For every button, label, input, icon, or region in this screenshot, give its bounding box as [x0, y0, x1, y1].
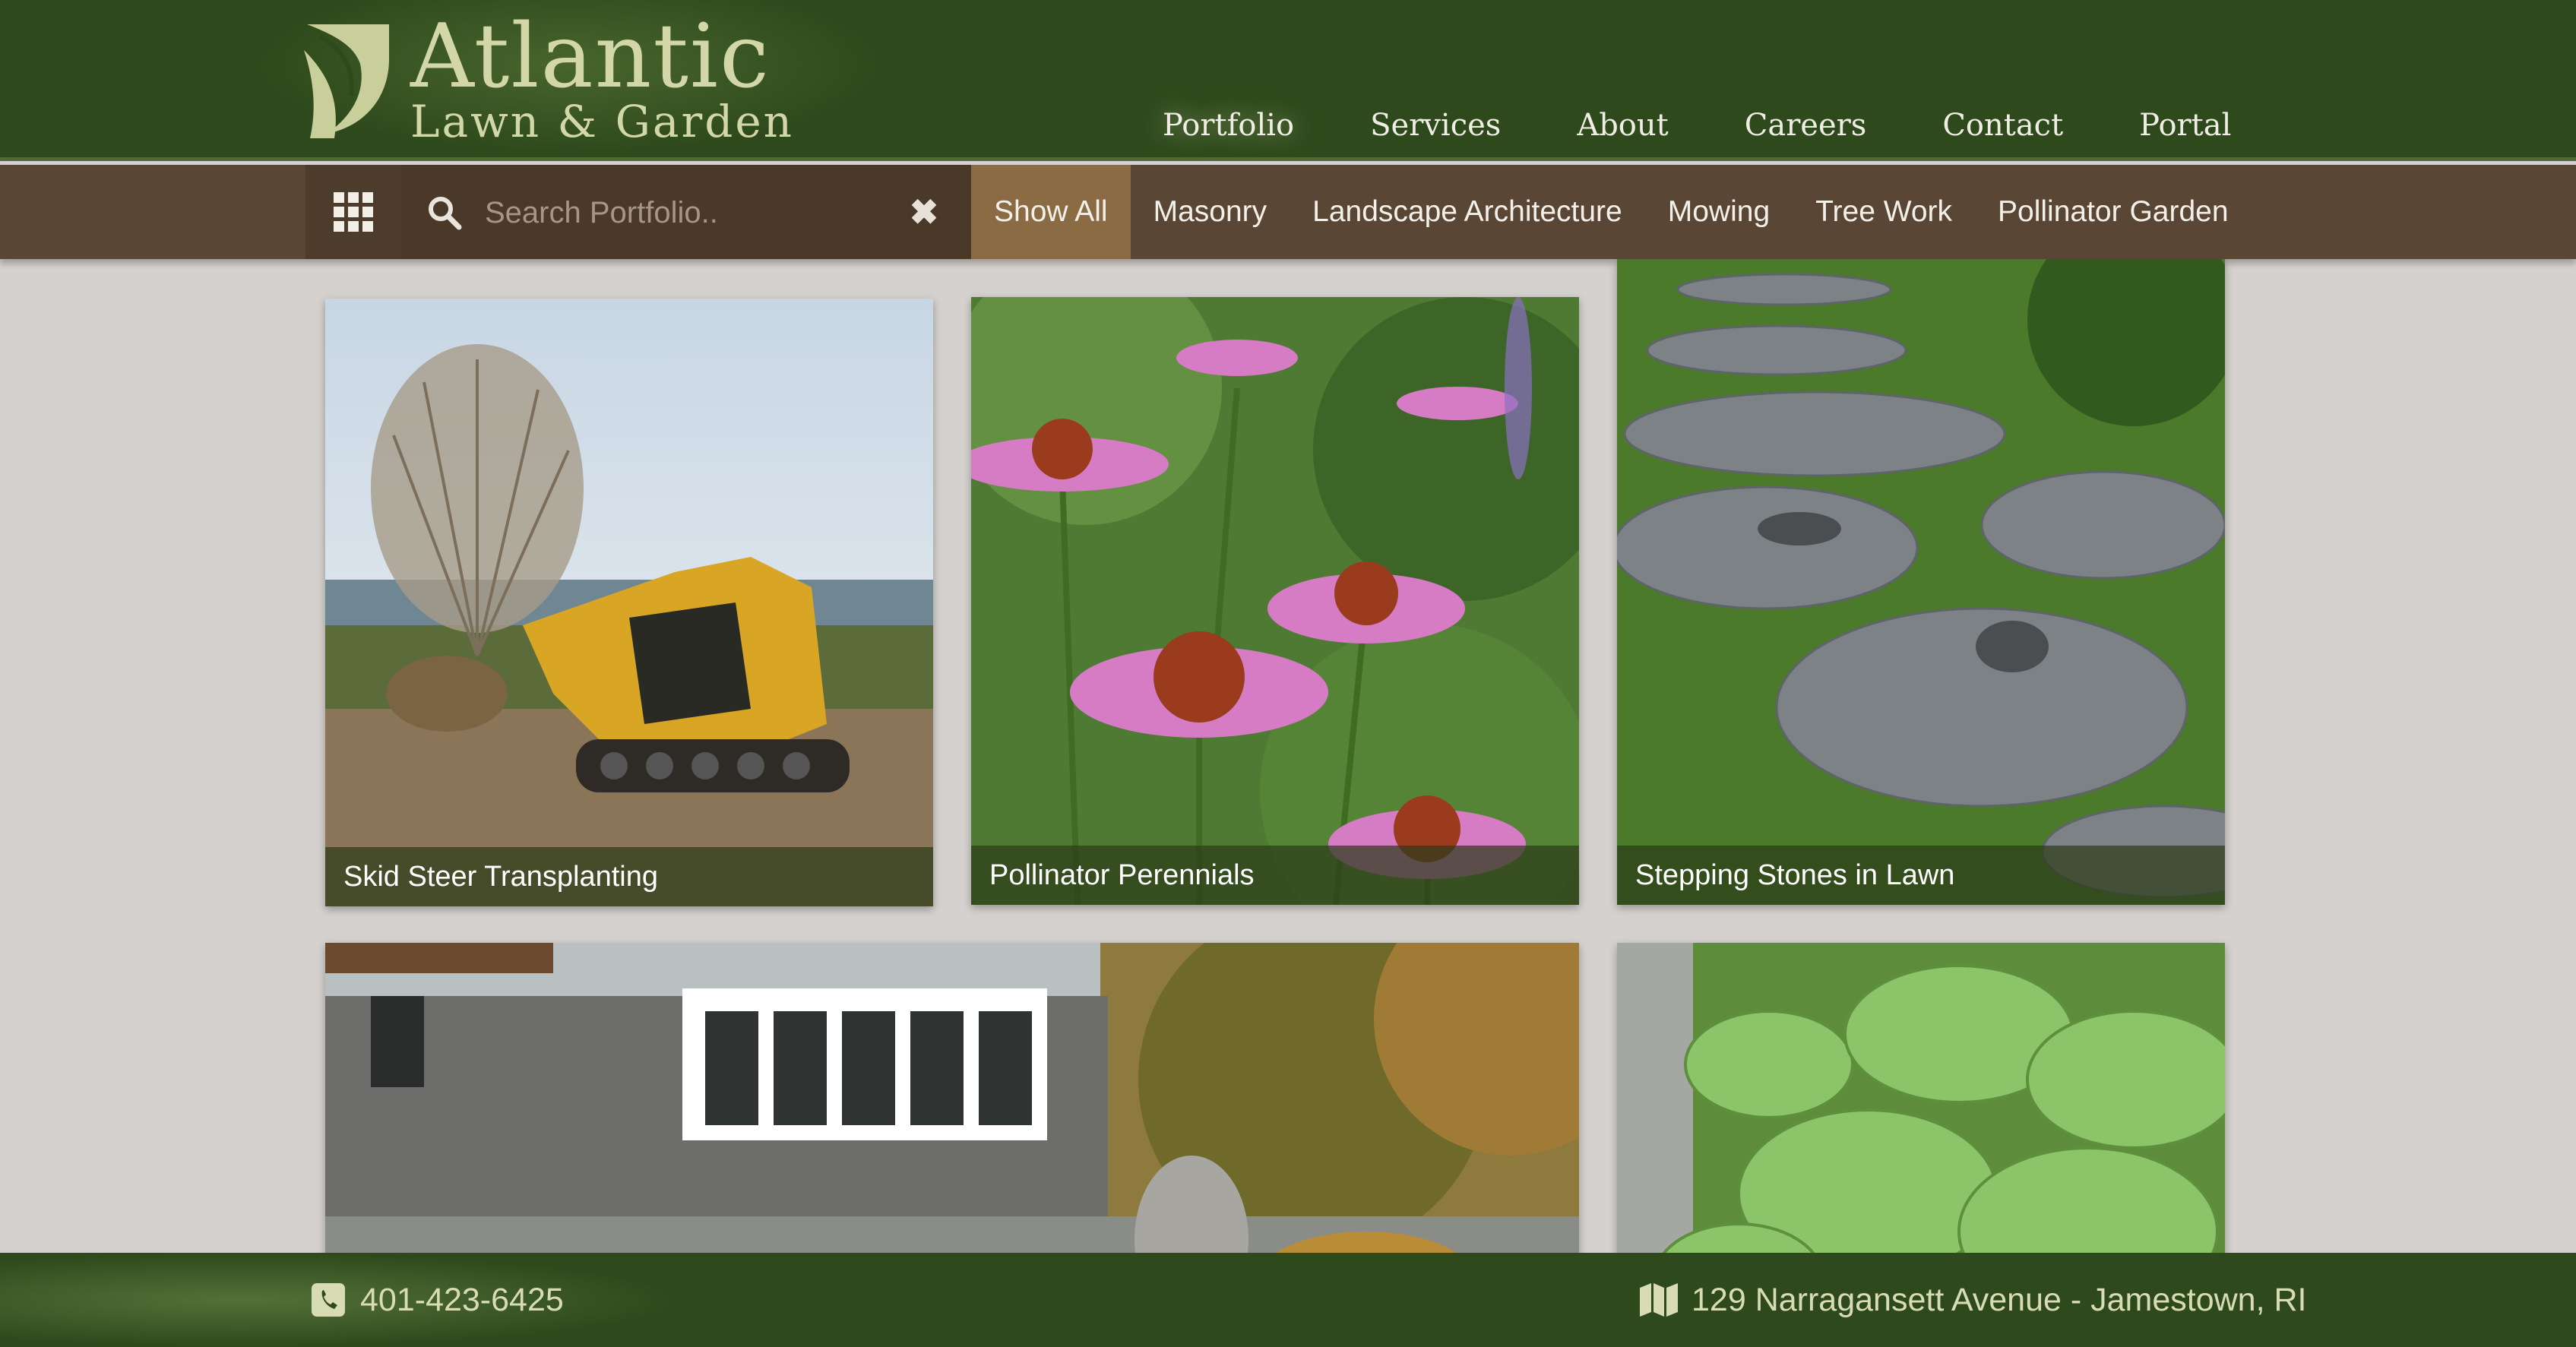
brand-title: Atlantic — [410, 5, 771, 108]
main-nav: Portfolio Services About Careers Contact… — [1125, 99, 2269, 152]
card-caption: Skid Steer Transplanting — [325, 847, 933, 906]
nav-item-services[interactable]: Services — [1332, 108, 1539, 143]
brand-subtitle: Lawn & Garden — [410, 96, 795, 147]
nav-item-careers[interactable]: Careers — [1707, 108, 1905, 143]
filter-landscape-architecture[interactable]: Landscape Architecture — [1290, 165, 1645, 259]
filter-pollinator-garden[interactable]: Pollinator Garden — [1975, 165, 2252, 259]
filter-show-all[interactable]: Show All — [971, 165, 1131, 259]
grid-view-button[interactable] — [305, 165, 401, 259]
portfolio-card-masonry-patio[interactable] — [325, 943, 1579, 1253]
portfolio-card-leafy-plants[interactable] — [1617, 943, 2225, 1253]
grid-icon — [334, 192, 373, 232]
map-icon — [1640, 1283, 1678, 1317]
stepping-stones-photo — [1617, 259, 2225, 905]
footer-address[interactable]: 129 Narragansett Avenue - Jamestown, RI — [1640, 1276, 2306, 1324]
portfolio-card-skid-steer[interactable]: Skid Steer Transplanting — [325, 299, 933, 906]
filter-tree-work[interactable]: Tree Work — [1793, 165, 1975, 259]
filter-tabs: Show All Masonry Landscape Architecture … — [971, 165, 2252, 259]
search-icon — [429, 197, 462, 230]
filter-masonry[interactable]: Masonry — [1131, 165, 1290, 259]
portfolio-filter-bar: ✖ Show All Masonry Landscape Architectur… — [0, 165, 2576, 259]
close-icon[interactable]: ✖ — [907, 194, 941, 229]
card-caption: Stepping Stones in Lawn — [1617, 846, 2225, 905]
portfolio-card-stepping-stones[interactable]: Stepping Stones in Lawn — [1617, 259, 2225, 905]
site-footer: 401-423-6425 129 Narragansett Avenue - J… — [0, 1253, 2576, 1347]
search-box: ✖ — [401, 165, 971, 259]
nav-item-portfolio[interactable]: Portfolio — [1125, 108, 1332, 143]
card-caption: Pollinator Perennials — [971, 846, 1579, 905]
portfolio-gallery: Skid Steer Transplanting Pollinator Pere… — [0, 259, 2576, 1253]
coneflower-photo — [971, 297, 1579, 905]
footer-phone[interactable]: 401-423-6425 — [312, 1276, 564, 1324]
leafy-plants-photo — [1617, 943, 2225, 1253]
skid-steer-photo — [325, 299, 933, 906]
stone-house-photo — [325, 943, 1579, 1253]
filter-mowing[interactable]: Mowing — [1645, 165, 1793, 259]
nav-item-about[interactable]: About — [1539, 108, 1706, 143]
street-address: 129 Narragansett Avenue - Jamestown, RI — [1691, 1281, 2307, 1318]
phone-icon — [312, 1283, 345, 1317]
site-header: Atlantic Lawn & Garden Portfolio Service… — [0, 0, 2576, 161]
portfolio-card-pollinator-perennials[interactable]: Pollinator Perennials — [971, 297, 1579, 905]
nav-item-contact[interactable]: Contact — [1904, 108, 2101, 143]
site-logo[interactable]: Atlantic Lawn & Garden — [304, 8, 792, 147]
phone-number: 401-423-6425 — [360, 1281, 564, 1318]
leaf-logo-icon — [304, 24, 389, 138]
search-input[interactable] — [483, 186, 912, 239]
nav-item-portal[interactable]: Portal — [2101, 108, 2269, 143]
